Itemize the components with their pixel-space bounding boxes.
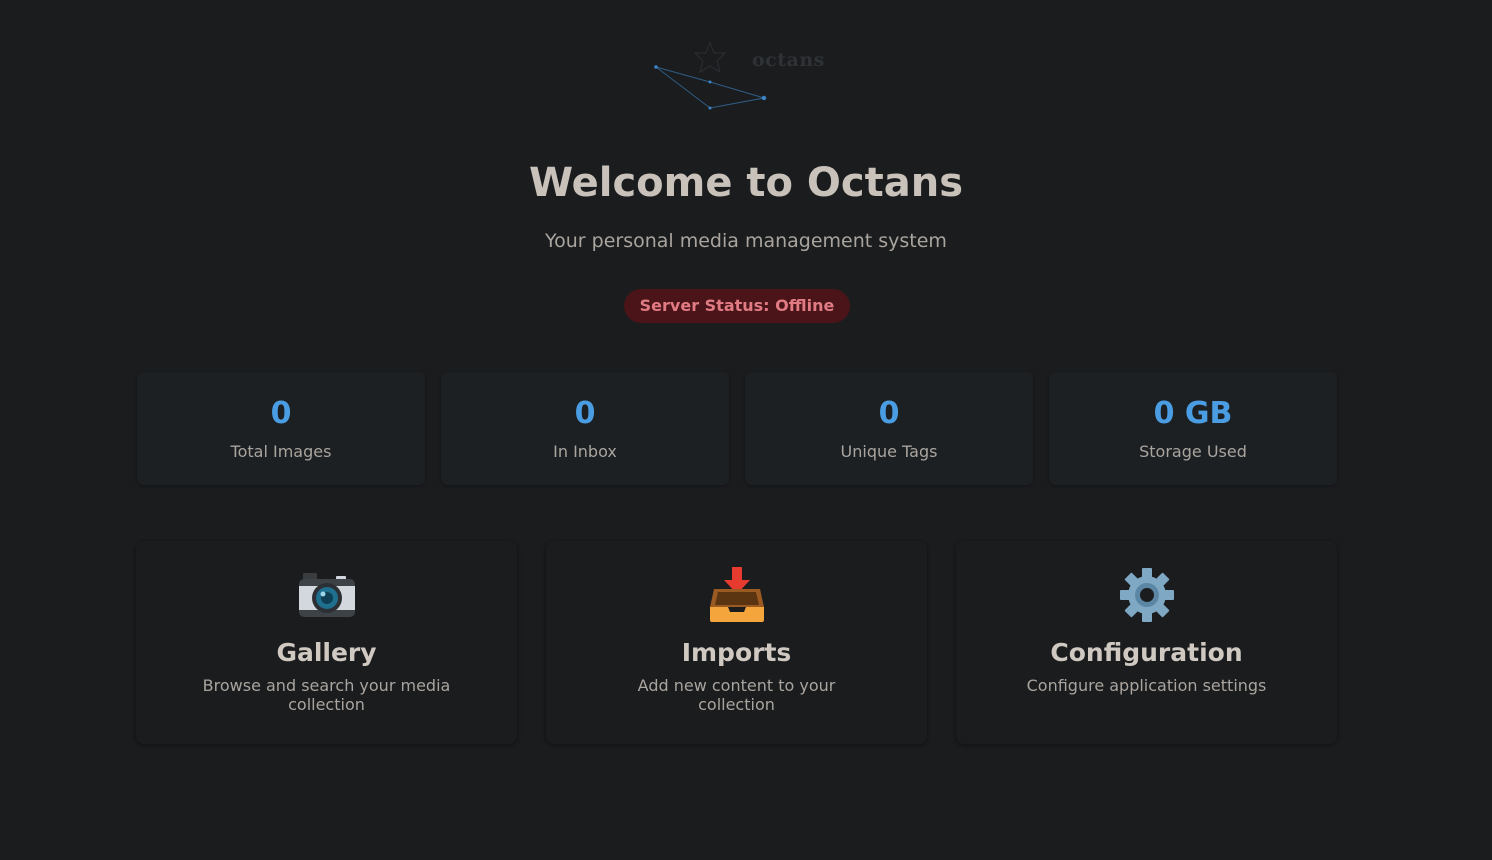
camera-icon bbox=[136, 565, 517, 625]
logo-text: octans bbox=[752, 49, 825, 71]
card-description: Configure application settings bbox=[1026, 676, 1267, 695]
stat-value: 0 bbox=[574, 396, 596, 431]
stat-value: 0 bbox=[878, 396, 900, 431]
gallery-card[interactable]: Gallery Browse and search your media col… bbox=[136, 541, 517, 744]
page-title: Welcome to Octans bbox=[528, 160, 964, 206]
stat-label: Total Images bbox=[230, 442, 332, 461]
constellation-star-icon bbox=[654, 40, 767, 110]
page-subtitle: Your personal media management system bbox=[545, 230, 947, 252]
card-description: Browse and search your media collection bbox=[202, 676, 451, 714]
card-description: Add new content to your collection bbox=[637, 676, 836, 714]
stat-label: In Inbox bbox=[553, 442, 617, 461]
server-status-badge: Server Status: Offline bbox=[624, 289, 850, 323]
stat-value: 0 bbox=[270, 396, 292, 431]
stat-label: Unique Tags bbox=[840, 442, 938, 461]
stat-unique-tags: 0 Unique Tags bbox=[745, 372, 1033, 485]
app-logo[interactable]: octans bbox=[640, 34, 840, 118]
gear-icon bbox=[956, 565, 1337, 625]
card-title: Configuration bbox=[1050, 638, 1243, 667]
configuration-card[interactable]: Configuration Configure application sett… bbox=[956, 541, 1337, 744]
stat-storage-used: 0 GB Storage Used bbox=[1049, 372, 1337, 485]
inbox-tray-icon bbox=[546, 565, 927, 625]
stat-value: 0 GB bbox=[1153, 396, 1233, 431]
stat-label: Storage Used bbox=[1139, 442, 1247, 461]
home-page: octans Welcome to Octans Your personal m… bbox=[0, 0, 1492, 860]
stat-in-inbox: 0 In Inbox bbox=[441, 372, 729, 485]
imports-card[interactable]: Imports Add new content to your collecti… bbox=[546, 541, 927, 744]
card-title: Gallery bbox=[276, 638, 377, 667]
card-title: Imports bbox=[681, 638, 792, 667]
stat-total-images: 0 Total Images bbox=[137, 372, 425, 485]
